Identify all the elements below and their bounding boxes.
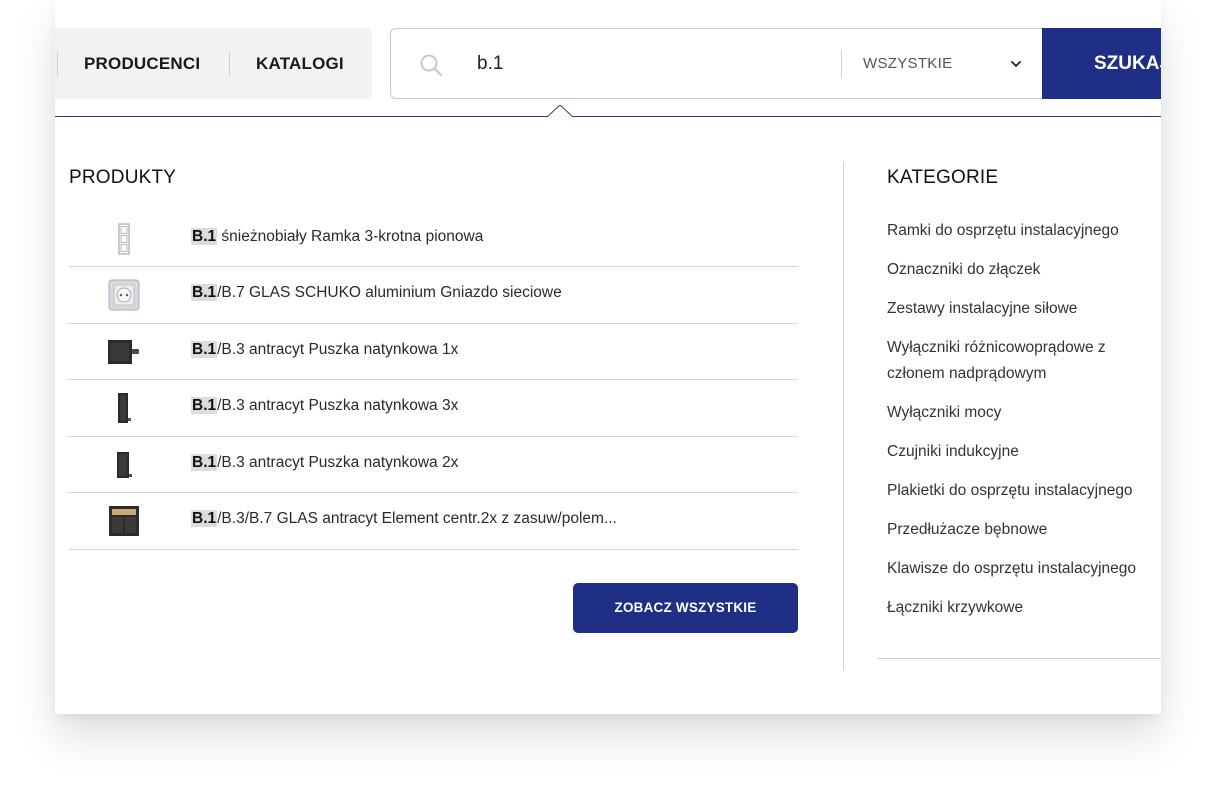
match-highlight: B.1 <box>191 453 218 471</box>
category-link[interactable]: Łączniki krzywkowe <box>887 595 1161 621</box>
product-name: B.1/B.3 antracyt Puszka natynkowa 2x <box>191 453 459 472</box>
category-link[interactable]: Oznaczniki do złączek <box>887 257 1161 283</box>
products-heading: PRODUKTY <box>69 167 177 188</box>
match-highlight: B.1 <box>191 510 218 528</box>
categories-bottom-divider <box>878 658 1161 659</box>
frame-3x-white-thumbnail <box>118 223 130 255</box>
column-divider <box>843 162 844 670</box>
product-name: B.1/B.3/B.7 GLAS antracyt Element centr.… <box>191 510 617 528</box>
match-highlight: B.1 <box>191 340 218 358</box>
search-scope-label: WSZYSTKIE <box>863 55 953 72</box>
product-name: B.1/B.3 antracyt Puszka natynkowa 1x <box>191 340 459 359</box>
dropdown-top-border <box>55 116 1161 117</box>
search-input[interactable] <box>477 49 827 79</box>
match-highlight: B.1 <box>191 228 218 245</box>
match-highlight: B.1 <box>191 397 218 415</box>
search-bar: WSZYSTKIE <box>390 28 1050 99</box>
dropdown-caret-icon <box>547 105 573 118</box>
category-link[interactable]: Ramki do osprzętu instalacyjnego <box>887 218 1161 244</box>
nav-link-katalogi[interactable]: KATALOGI <box>256 28 344 99</box>
category-link[interactable]: Zestawy instalacyjne siłowe <box>887 296 1161 322</box>
category-link[interactable]: Wyłączniki różnicowoprądowe z członem na… <box>887 335 1157 387</box>
central-element-2x-thumbnail <box>109 506 139 537</box>
product-item[interactable]: B.1 śnieżnobiały Ramka 3-krotna pionowa <box>69 211 798 267</box>
product-name-rest: śnieżnobiały Ramka 3-krotna pionowa <box>217 228 484 245</box>
socket-aluminium-thumbnail <box>108 279 140 311</box>
category-link[interactable]: Przedłużacze bębnowe <box>887 517 1161 543</box>
nav-link-producenci[interactable]: PRODUCENCI <box>84 28 200 99</box>
product-list: B.1 śnieżnobiały Ramka 3-krotna pionowa … <box>69 211 798 550</box>
category-link[interactable]: Klawisze do osprzętu instalacyjnego <box>887 556 1161 582</box>
search-dropdown-card: PRODUCENCI KATALOGI WSZYSTKIE SZUKAJ PRO… <box>55 0 1161 714</box>
category-link[interactable]: Czujniki indukcyjne <box>887 439 1161 465</box>
box-1x-anthracite-thumbnail <box>108 339 139 364</box>
product-item[interactable]: B.1/B.7 GLAS SCHUKO aluminium Gniazdo si… <box>69 267 798 324</box>
category-link[interactable]: Plakietki do osprzętu instalacyjnego <box>887 478 1161 504</box>
product-name: B.1/B.3 antracyt Puszka natynkowa 3x <box>191 397 458 415</box>
product-item[interactable]: B.1/B.3 antracyt Puszka natynkowa 2x <box>69 437 798 494</box>
box-3x-anthracite-thumbnail <box>118 393 131 424</box>
product-name-rest: /B.7 GLAS SCHUKO aluminium Gniazdo sieci… <box>217 284 562 301</box>
box-2x-anthracite-thumbnail <box>117 451 132 478</box>
nav-separator <box>57 52 58 76</box>
top-nav: PRODUCENCI KATALOGI <box>55 28 372 99</box>
match-highlight: B.1 <box>191 284 218 301</box>
search-button[interactable]: SZUKAJ <box>1042 28 1161 99</box>
see-all-button[interactable]: ZOBACZ WSZYSTKIE <box>573 583 798 633</box>
search-icon <box>420 54 443 77</box>
chevron-down-icon <box>1011 61 1021 67</box>
category-link[interactable]: Wyłączniki mocy <box>887 400 1161 426</box>
search-separator <box>841 50 842 78</box>
category-list: Ramki do osprzętu instalacyjnego Oznaczn… <box>887 218 1161 634</box>
product-name-rest: /B.3 antracyt Puszka natynkowa 1x <box>217 340 459 358</box>
product-name-rest: /B.3 antracyt Puszka natynkowa 2x <box>217 453 459 471</box>
product-name-rest: /B.3/B.7 GLAS antracyt Element centr.2x … <box>217 510 617 528</box>
product-item[interactable]: B.1/B.3 antracyt Puszka natynkowa 1x <box>69 324 798 381</box>
product-name: B.1 śnieżnobiały Ramka 3-krotna pionowa <box>191 228 483 246</box>
search-scope-select[interactable]: WSZYSTKIE <box>863 29 1023 98</box>
product-item[interactable]: B.1/B.3 antracyt Puszka natynkowa 3x <box>69 380 798 437</box>
product-name: B.1/B.7 GLAS SCHUKO aluminium Gniazdo si… <box>191 284 562 302</box>
product-name-rest: /B.3 antracyt Puszka natynkowa 3x <box>217 397 459 415</box>
categories-heading: KATEGORIE <box>887 167 999 188</box>
product-item[interactable]: B.1/B.3/B.7 GLAS antracyt Element centr.… <box>69 493 798 550</box>
nav-separator <box>229 52 230 76</box>
